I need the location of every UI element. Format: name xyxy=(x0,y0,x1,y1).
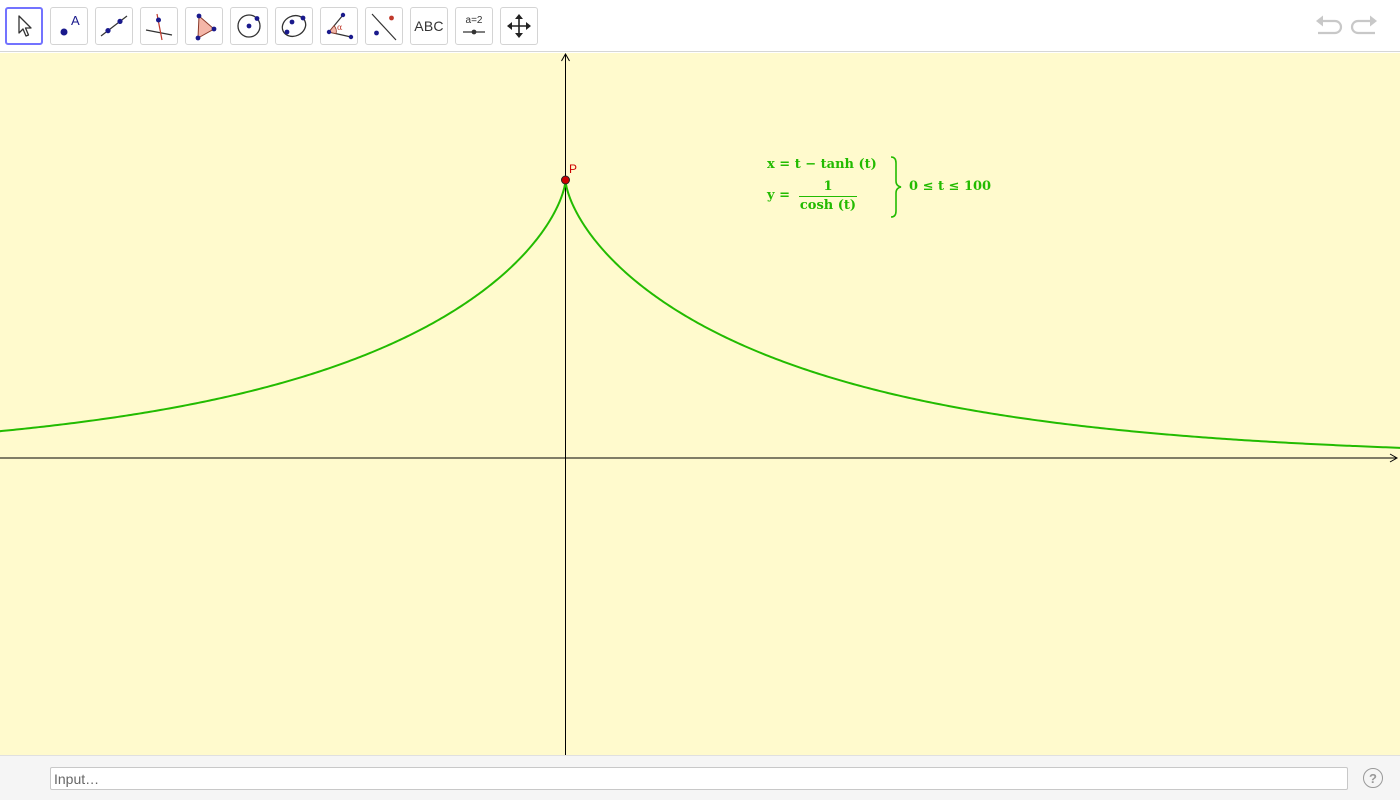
redo-icon xyxy=(1350,15,1377,35)
circle-center-point-icon xyxy=(237,14,261,38)
slider-tool-label: a=2 xyxy=(466,15,483,26)
toolbar: A α ABC a=2 xyxy=(0,0,1400,52)
circle-tool[interactable] xyxy=(230,7,268,45)
point-p-label: P xyxy=(569,162,577,176)
move-arrows-icon xyxy=(507,14,531,38)
conic-through-points-icon xyxy=(281,14,307,38)
line-through-two-points-icon xyxy=(100,15,128,37)
polygon-icon xyxy=(195,13,217,41)
line-tool[interactable] xyxy=(95,7,133,45)
angle-tool-label: α xyxy=(337,23,343,32)
slider-tool[interactable]: a=2 xyxy=(455,7,493,45)
slider-icon: a=2 xyxy=(463,15,485,35)
point-tool-label: A xyxy=(71,13,80,28)
angle-icon: α xyxy=(326,12,354,40)
formula-y-denominator: cosh (t) xyxy=(799,198,857,213)
move-tool[interactable] xyxy=(5,7,43,45)
perpendicular-line-tool[interactable] xyxy=(140,7,178,45)
polygon-tool[interactable] xyxy=(185,7,223,45)
text-tool[interactable]: ABC xyxy=(410,7,448,45)
arrow-cursor-icon xyxy=(18,15,32,37)
redo-button[interactable] xyxy=(1350,12,1380,42)
formula-x-equation: x = t − tanh (t) xyxy=(767,157,877,172)
undo-icon xyxy=(1316,15,1343,35)
reflect-about-line-icon xyxy=(371,13,397,41)
ellipse-tool[interactable] xyxy=(275,7,313,45)
formula-range: 0 ≤ t ≤ 100 xyxy=(909,179,992,194)
algebra-input[interactable] xyxy=(50,767,1348,790)
undo-button[interactable] xyxy=(1313,12,1343,42)
help-button[interactable]: ? xyxy=(1363,768,1383,788)
formula-brace xyxy=(890,156,902,218)
perpendicular-line-icon xyxy=(145,13,173,41)
formula-y-lhs: y = xyxy=(767,188,790,203)
text-icon: ABC xyxy=(414,18,444,34)
angle-tool[interactable]: α xyxy=(320,7,358,45)
input-bar: ? xyxy=(0,755,1400,800)
graph-canvas[interactable]: P xyxy=(0,53,1400,755)
point-icon: A xyxy=(60,13,80,36)
move-graphics-view-tool[interactable] xyxy=(500,7,538,45)
formula-y-fraction: 1 cosh (t) xyxy=(799,179,857,214)
point-p[interactable] xyxy=(561,175,570,185)
formula-y-numerator: 1 xyxy=(823,179,833,194)
help-icon: ? xyxy=(1369,770,1377,786)
point-tool[interactable]: A xyxy=(50,7,88,45)
reflect-tool[interactable] xyxy=(365,7,403,45)
tractrix-curve[interactable] xyxy=(0,180,1400,457)
graphics-view[interactable]: P x = t − tanh (t) y = 1 cosh (t) 0 ≤ t … xyxy=(0,53,1400,755)
